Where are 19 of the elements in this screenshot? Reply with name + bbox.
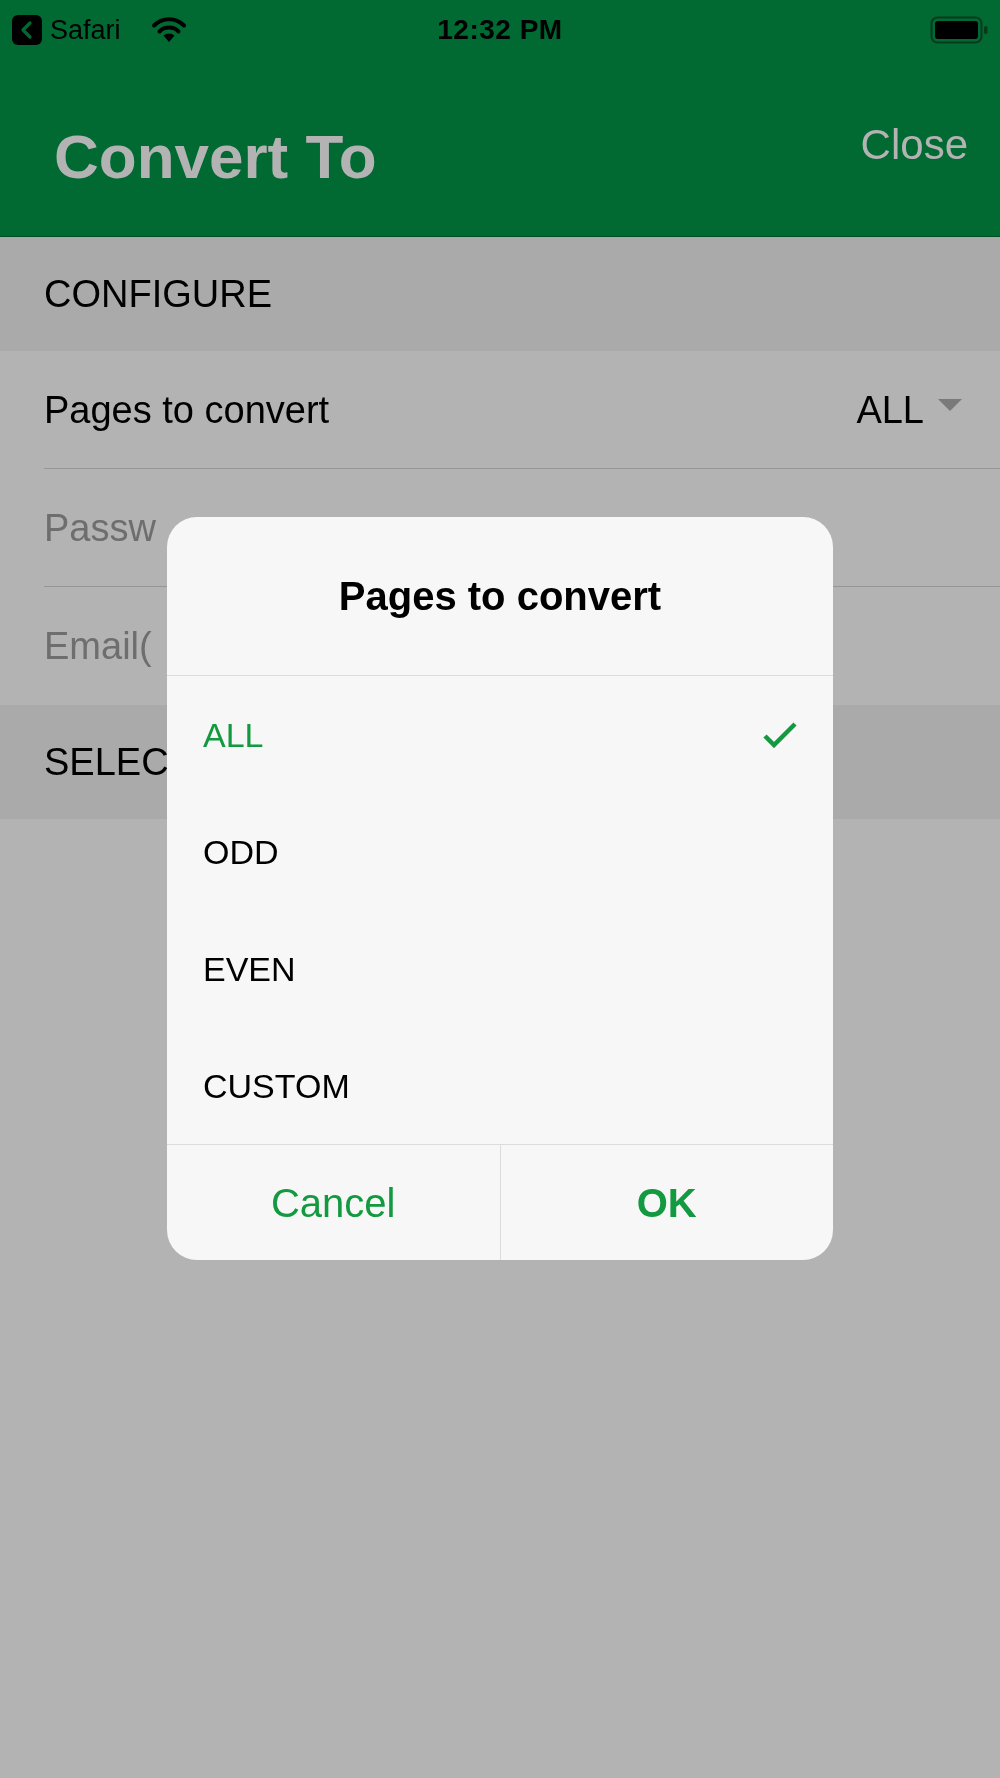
clock-time: 12:32 PM xyxy=(437,14,563,46)
pages-dropdown[interactable]: ALL xyxy=(856,387,1000,432)
option-item[interactable]: CUSTOM xyxy=(167,1027,833,1144)
input-field[interactable]: Passw xyxy=(44,505,162,550)
back-app-link[interactable]: Safari xyxy=(50,14,121,46)
cancel-button[interactable]: Cancel xyxy=(167,1145,500,1260)
ok-button[interactable]: OK xyxy=(499,1145,833,1260)
close-button[interactable]: Close xyxy=(856,120,972,170)
section-header: CONFIGURE xyxy=(0,237,1000,351)
battery-icon xyxy=(930,16,988,44)
setting-label: Pages to convert xyxy=(44,387,330,432)
page-title: Convert To xyxy=(54,124,377,190)
input-field[interactable]: Email( xyxy=(44,624,162,668)
dialog-title: Pages to convert xyxy=(167,517,833,676)
back-icon[interactable] xyxy=(12,15,42,45)
checkmark-icon xyxy=(763,721,797,748)
wifi-icon xyxy=(150,17,187,43)
option-item[interactable]: EVEN xyxy=(167,910,833,1027)
caret-icon xyxy=(938,398,962,411)
